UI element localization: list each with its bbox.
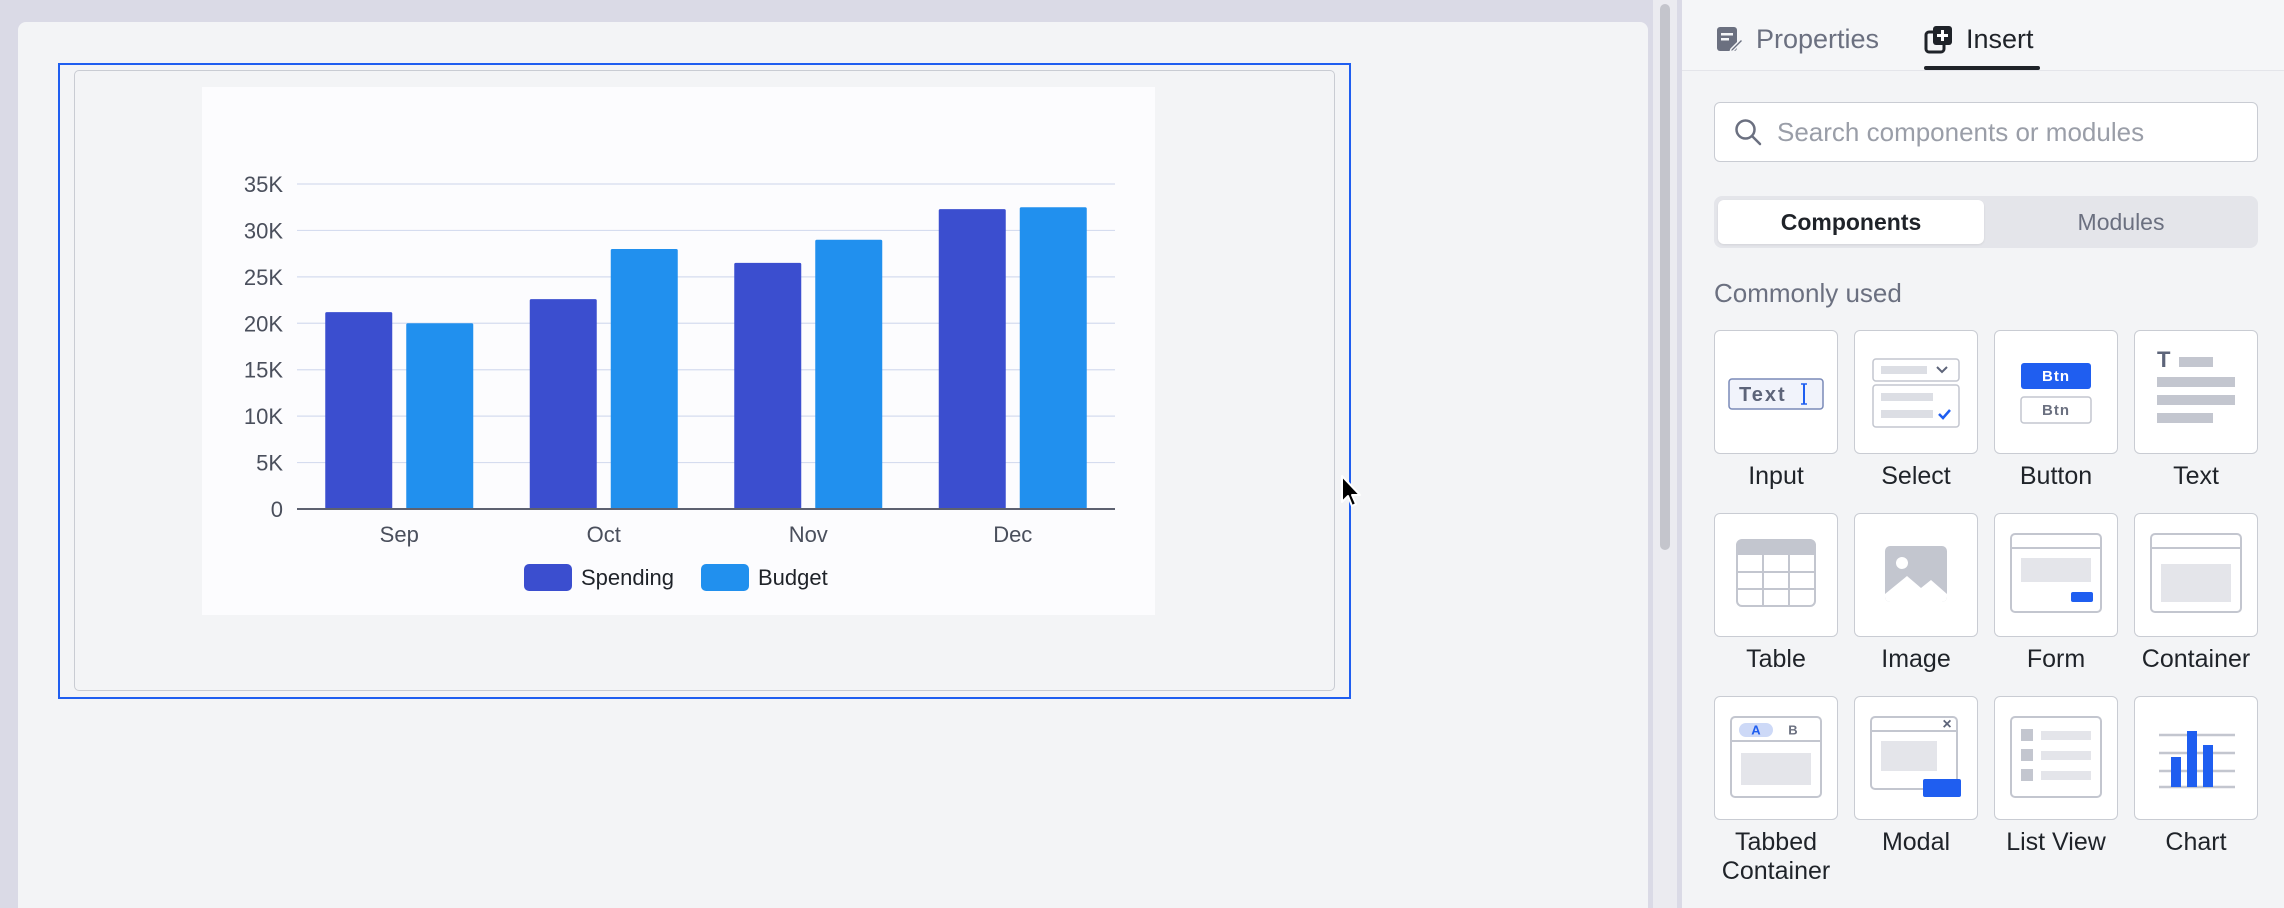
mouse-cursor-icon [1341,475,1361,507]
y-tick-label: 35K [244,172,283,197]
modal-close-glyph: × [1942,716,1951,733]
modal-preview-icon: × [1870,716,1961,797]
x-tick-label: Oct [587,522,621,547]
component-label-select: Select [1881,462,1951,490]
component-label-form: Form [2026,645,2086,673]
component-label-image: Image [1881,645,1951,673]
chart-svg: 0 5K 10K 15K 20K 25K 30K 35K Sep Oct Nov Dec Spendin… [244,172,1115,591]
component-label-container: Container [2141,645,2251,673]
tabbed-container-preview-icon: A B [1730,716,1822,798]
y-tick-label: 0 [271,497,283,522]
segment-components[interactable]: Components [1718,200,1984,244]
chart-preview-icon [2159,731,2235,789]
right-panel: Properties Insert Components Modules Com… [1682,0,2284,908]
text-preview-icon: T [2157,347,2235,423]
component-tile-table[interactable] [1714,513,1838,637]
input-preview-icon: Text [1728,378,1824,410]
y-tick-label: 15K [244,358,283,383]
legend-label-spending: Spending [581,565,674,590]
component-label-chart: Chart [2165,828,2227,856]
component-label-button: Button [2019,462,2093,490]
bar-chart[interactable]: 0 5K 10K 15K 20K 25K 30K 35K Sep Oct Nov Dec Spendin… [202,87,1155,615]
component-tile-modal[interactable]: × [1854,696,1978,820]
component-tile-button[interactable]: Btn Btn [1994,330,2118,454]
bar-spending [734,262,802,509]
component-tile-text[interactable]: T [2134,330,2258,454]
image-preview-icon [1885,546,1947,602]
tab-a-glyph: A [1751,723,1761,738]
component-label-list-view: List View [2006,828,2106,856]
search-input[interactable] [1777,113,2237,151]
button-preview-text-primary: Btn [2042,368,2070,385]
section-title: Commonly used [1714,278,1902,308]
bar-budget [1019,207,1087,509]
y-tick-label: 20K [244,311,283,336]
component-tile-tabbed-container[interactable]: A B [1714,696,1838,820]
tab-b-glyph: B [1788,723,1797,738]
x-tick-label: Nov [789,522,828,547]
component-tile-image[interactable] [1854,513,1978,637]
component-tile-container[interactable] [2134,513,2258,637]
panel-tabbar: Properties Insert [1682,0,2284,70]
y-tick-label: 30K [244,218,283,243]
legend-label-budget: Budget [758,565,828,590]
legend-swatch-spending [524,564,572,591]
component-tile-chart[interactable] [2134,696,2258,820]
component-label-modal: Modal [1881,828,1951,856]
container-preview-icon [2150,533,2242,613]
component-label-text: Text [2173,462,2219,490]
x-tick-label: Sep [380,522,419,547]
component-tile-select[interactable] [1854,330,1978,454]
list-view-preview-icon [2010,716,2102,798]
component-module-switch: Components Modules [1714,196,2258,248]
bar-budget [610,249,678,509]
component-search[interactable] [1714,102,2258,162]
legend-swatch-budget [701,564,749,591]
search-icon [1735,119,1762,146]
text-preview-glyph: T [2157,347,2171,372]
component-label-tabbed-container: Tabbed Container [1721,828,1831,885]
bar-spending [938,209,1006,510]
bar-spending [529,299,597,509]
button-preview-text-secondary: Btn [2042,402,2070,419]
bar-budget [406,323,474,509]
table-preview-icon [1736,539,1816,607]
scrollbar-thumb[interactable] [1660,4,1670,550]
y-tick-label: 25K [244,265,283,290]
select-preview-icon [1872,358,1960,428]
properties-icon [1717,27,1744,54]
bar-spending [325,312,393,509]
tab-properties-label: Properties [1756,23,1880,54]
component-tile-input[interactable]: Text [1714,330,1838,454]
bar-budget [815,239,883,509]
tab-insert-label: Insert [1966,23,2034,54]
component-tile-list-view[interactable] [1994,696,2118,820]
x-tick-label: Dec [993,522,1032,547]
segment-modules[interactable]: Modules [1988,200,2254,244]
component-label-table: Table [1746,645,1806,673]
component-tile-form[interactable] [1994,513,2118,637]
input-preview-text: Text [1739,384,1787,406]
insert-icon [1924,26,1952,54]
component-label-input: Input [1748,462,1804,490]
y-tick-label: 10K [244,404,283,429]
y-tick-label: 5K [256,451,283,476]
tab-properties[interactable]: Properties [1714,14,1879,64]
form-preview-icon [2010,533,2102,613]
button-preview-icon: Btn Btn [2020,363,2092,424]
tab-insert[interactable]: Insert [1924,14,2034,64]
